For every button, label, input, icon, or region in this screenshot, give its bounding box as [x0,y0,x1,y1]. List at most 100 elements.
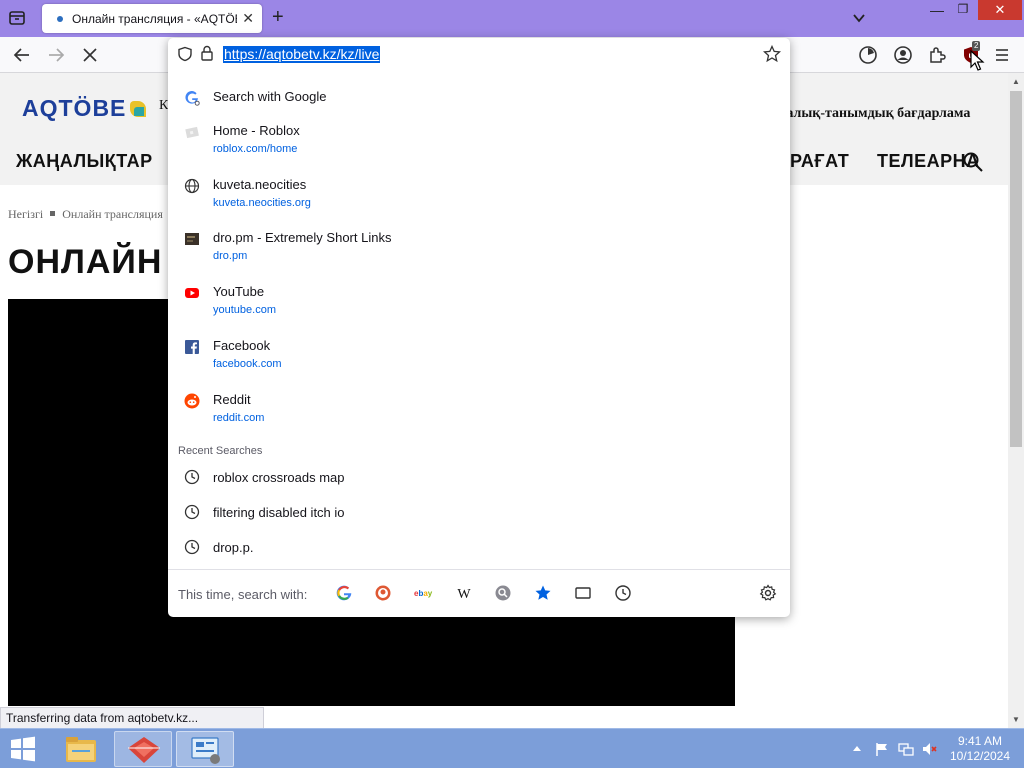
window-minimize-button[interactable]: — [928,2,946,20]
site-logo-text: AQTÖBE [22,95,127,121]
globe-icon [184,178,200,194]
duckduckgo-icon[interactable] [374,584,392,602]
tray-overflow-chevron-icon[interactable] [851,741,863,757]
suggestion-title: Home - Roblox [213,123,300,138]
tab-strip: Онлайн трансляция - «AQTÖBE ✕ + — ❐ ✕ [0,0,1024,37]
history-clock-icon[interactable] [858,45,878,65]
ebay-icon[interactable]: ebay [414,584,436,602]
suggestion-reddit[interactable]: Reddit reddit.com [168,386,790,436]
extensions-puzzle-icon[interactable] [927,45,947,65]
suggestion-url: youtube.com [213,304,276,316]
windows-taskbar: 9:41 AM 10/12/2024 [0,728,1024,768]
page-scrollbar[interactable]: ▲ ▼ [1008,73,1024,728]
suggestion-url: facebook.com [213,358,282,370]
mouse-cursor-icon [970,50,985,71]
suggestion-dropm[interactable]: dro.pm - Extremely Short Links dro.pm [168,224,790,274]
tracking-protection-shield-icon[interactable] [177,46,193,62]
menu-hamburger-icon[interactable] [992,45,1012,65]
clock-time: 9:41 AM [957,734,1003,748]
history-icon[interactable] [614,584,632,602]
suggestion-search-google[interactable]: Search with Google [168,83,790,113]
suggestion-title: kuveta.neocities [213,177,307,192]
menu-item-news[interactable]: ЖАҢАЛЫҚТАР [16,151,153,172]
header-menu-partial[interactable]: К [159,98,168,114]
roblox-favicon [185,126,199,139]
urlbar-dropdown: https://aqtobetv.kz/kz/live Search with … [168,38,790,617]
breadcrumb-separator [50,211,56,216]
suggestion-kuveta[interactable]: kuveta.neocities kuveta.neocities.org [168,171,790,221]
forward-arrow-icon[interactable] [46,45,66,65]
taskbar-clock[interactable]: 9:41 AM 10/12/2024 [948,734,1012,764]
window-close-button[interactable]: ✕ [978,0,1022,20]
tabs-icon[interactable] [574,584,592,602]
page-title: ОНЛАЙН [8,243,163,281]
volume-muted-icon[interactable] [921,741,937,757]
header-program-link[interactable]: ғалық-танымдық бағдарлама [780,106,970,122]
address-bar[interactable]: https://aqtobetv.kz/kz/live [168,38,790,72]
suggestion-youtube[interactable]: YouTube youtube.com [168,278,790,328]
tab-favicon-icon [57,16,63,22]
suggestion-title: dro.pm - Extremely Short Links [213,230,392,245]
new-tab-button[interactable]: + [272,7,284,27]
suggestion-title: Facebook [213,338,271,353]
breadcrumb-home[interactable]: Негізгі [8,207,43,221]
taskbar-file-explorer[interactable] [52,731,110,767]
lock-icon[interactable] [200,45,214,62]
breadcrumb-current: Онлайн трансляция [62,207,163,221]
suggestion-title: YouTube [213,284,265,299]
google-icon[interactable] [335,584,353,602]
svg-text:ebay: ebay [414,589,433,598]
site-logo[interactable]: AQTÖBE [22,95,147,122]
menu-item-ragat[interactable]: РАҒАТ [790,151,849,172]
action-center-flag-icon[interactable] [874,741,890,757]
folder-icon [66,737,96,762]
network-icon[interactable] [898,741,914,757]
suggestion-facebook[interactable]: Facebook facebook.com [168,332,790,382]
firefox-view-icon[interactable] [8,9,26,27]
account-icon[interactable] [893,45,913,65]
url-input[interactable]: https://aqtobetv.kz/kz/live [223,46,381,63]
recent-searches-header: Recent Searches [178,445,263,457]
recent-search-item[interactable]: roblox crossroads map [168,462,790,492]
clock-date: 10/12/2024 [949,749,1011,763]
stop-loading-icon[interactable] [80,45,100,65]
recent-search-text: roblox crossroads map [213,470,345,485]
search-settings-gear-icon[interactable] [759,584,777,602]
tab-close-icon[interactable]: ✕ [242,11,254,25]
suggestion-url: roblox.com/home [213,143,298,155]
recent-search-text: filtering disabled itch io [213,505,345,520]
reddit-icon [184,393,200,409]
tab-title: Онлайн трансляция - «AQTÖBE [72,12,237,26]
active-tab[interactable]: Онлайн трансляция - «AQTÖBE ✕ [42,4,262,33]
scroll-up-arrow-icon[interactable]: ▲ [1012,77,1020,86]
list-all-tabs-chevron-icon[interactable] [852,11,866,25]
search-with-label: This time, search with: [178,587,308,602]
recent-search-item[interactable]: drop.p. [168,532,790,562]
logo-mark-icon [130,101,147,117]
taskbar-browser[interactable] [114,731,172,767]
window-restore-button[interactable]: ❐ [954,2,972,20]
bookmarks-star-icon[interactable] [534,584,552,602]
search-icon[interactable] [494,584,512,602]
scroll-down-arrow-icon[interactable]: ▼ [1012,715,1020,724]
suggestion-title: Search with Google [213,89,327,104]
suggestion-url: reddit.com [213,412,265,424]
dro-favicon [185,233,199,245]
recent-search-item[interactable]: filtering disabled itch io [168,497,790,527]
taskbar-control-panel[interactable] [176,731,234,767]
breadcrumb: Негізгі Онлайн трансляция [8,207,163,222]
history-clock-icon [184,504,200,520]
google-search-icon [185,91,200,106]
site-search-icon[interactable] [962,151,984,173]
facebook-icon [185,340,199,354]
wikipedia-icon[interactable]: W [455,584,473,602]
status-bar: Transferring data from aqtobetv.kz... [0,707,264,729]
recent-search-text: drop.p. [213,540,254,555]
popup-divider [168,569,790,570]
back-arrow-icon[interactable] [12,45,32,65]
scroll-thumb[interactable] [1010,91,1022,447]
windows-start-icon[interactable] [8,735,38,763]
bookmark-star-icon[interactable] [763,45,781,63]
suggestion-roblox[interactable]: Home - Roblox roblox.com/home [168,117,790,167]
history-clock-icon [184,539,200,555]
